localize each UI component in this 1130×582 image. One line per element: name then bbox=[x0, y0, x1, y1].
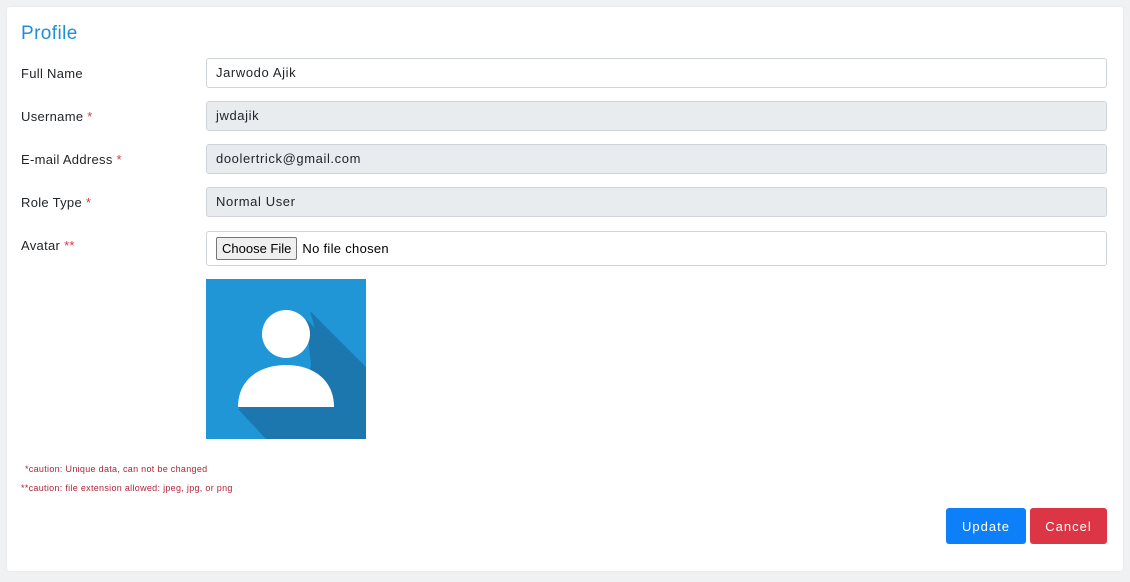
full-name-label-text: Full Name bbox=[21, 66, 83, 81]
profile-card: Profile Full Name Jarwodo Ajik Username … bbox=[7, 7, 1123, 571]
email-label-text: E-mail Address bbox=[21, 152, 113, 167]
username-required-mark: * bbox=[87, 109, 93, 124]
caution-unique-data: *caution: Unique data, can not be change… bbox=[25, 464, 208, 474]
file-status-text: No file chosen bbox=[302, 241, 389, 256]
role-type-required-mark: * bbox=[85, 195, 92, 210]
default-user-avatar-icon bbox=[206, 279, 366, 439]
avatar-file-input[interactable]: Choose File No file chosen bbox=[206, 231, 1107, 266]
username-value: jwdajik bbox=[216, 108, 260, 123]
email-required-mark: * bbox=[116, 152, 122, 167]
role-type-label: Role Type * bbox=[21, 195, 91, 210]
update-button[interactable]: Update bbox=[946, 508, 1026, 544]
choose-file-button[interactable]: Choose File bbox=[216, 237, 298, 260]
username-input[interactable]: jwdajik bbox=[206, 101, 1107, 131]
avatar-required-mark: ** bbox=[64, 238, 75, 253]
username-label: Username * bbox=[21, 109, 93, 124]
caution-file-extension: **caution: file extension allowed: jpeg,… bbox=[21, 483, 233, 493]
cancel-button[interactable]: Cancel bbox=[1030, 508, 1107, 544]
role-type-value: Normal User bbox=[216, 194, 296, 209]
avatar-label-text: Avatar bbox=[21, 238, 61, 253]
email-label: E-mail Address * bbox=[21, 152, 122, 167]
username-label-text: Username bbox=[21, 109, 84, 124]
avatar-label: Avatar ** bbox=[21, 238, 75, 253]
full-name-value: Jarwodo Ajik bbox=[216, 65, 297, 80]
role-type-label-text: Role Type bbox=[21, 195, 82, 210]
email-input[interactable]: doolertrick@gmail.com bbox=[206, 144, 1107, 174]
full-name-input[interactable]: Jarwodo Ajik bbox=[206, 58, 1107, 88]
page-title: Profile bbox=[21, 23, 78, 44]
full-name-label: Full Name bbox=[21, 66, 83, 81]
role-type-input[interactable]: Normal User bbox=[206, 187, 1107, 217]
email-value: doolertrick@gmail.com bbox=[216, 151, 361, 166]
